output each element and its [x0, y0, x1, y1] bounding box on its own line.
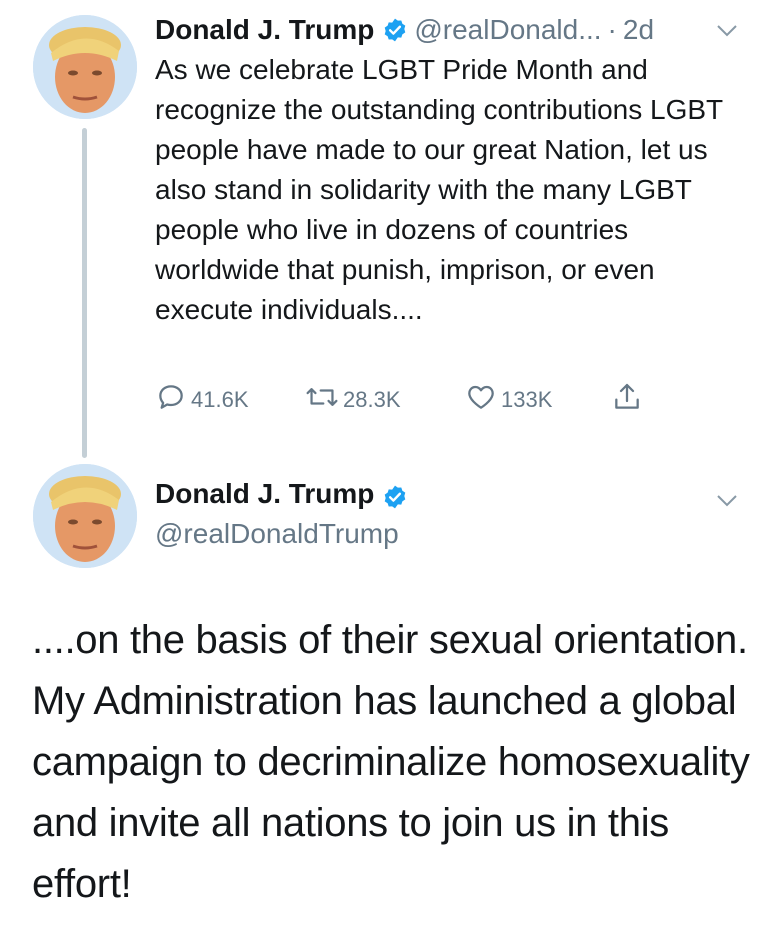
- retweet-icon: [305, 381, 343, 419]
- chevron-down-icon[interactable]: [716, 494, 738, 508]
- timestamp[interactable]: 2d: [623, 14, 654, 46]
- thread-line: [82, 128, 87, 458]
- like-icon: [465, 381, 501, 419]
- reply-icon: [155, 381, 191, 419]
- like-button[interactable]: 133K: [465, 380, 552, 420]
- author-name[interactable]: Donald J. Trump: [155, 474, 374, 514]
- retweet-button[interactable]: 28.3K: [305, 380, 401, 420]
- author-handle[interactable]: @realDonaldTrump: [155, 514, 399, 554]
- action-bar: 41.6K 28.3K 133K: [155, 380, 655, 420]
- retweet-count: 28.3K: [343, 387, 401, 412]
- chevron-down-icon[interactable]: [716, 24, 738, 38]
- share-icon: [611, 381, 647, 419]
- separator: ·: [607, 14, 617, 45]
- tweet-2-header: Donald J. Trump @realDonaldTrump: [155, 474, 414, 554]
- like-count: 133K: [501, 387, 553, 412]
- reply-button[interactable]: 41.6K: [155, 380, 249, 420]
- author-handle[interactable]: @realDonald...: [414, 14, 601, 46]
- reply-count: 41.6K: [191, 387, 249, 412]
- verified-badge-icon: [382, 17, 408, 43]
- tweet-header: Donald J. Trump @realDonald... · 2d: [155, 10, 654, 50]
- tweet-1[interactable]: Donald J. Trump @realDonald... · 2d As w…: [0, 0, 768, 460]
- tweet-2-text: ....on the basis of their sexual orienta…: [32, 618, 750, 906]
- avatar[interactable]: [33, 464, 137, 568]
- tweet-text: As we celebrate LGBT Pride Month and rec…: [155, 54, 723, 325]
- avatar[interactable]: [33, 15, 137, 119]
- verified-badge-icon: [382, 481, 408, 509]
- author-name[interactable]: Donald J. Trump: [155, 14, 374, 46]
- share-button[interactable]: [611, 380, 647, 420]
